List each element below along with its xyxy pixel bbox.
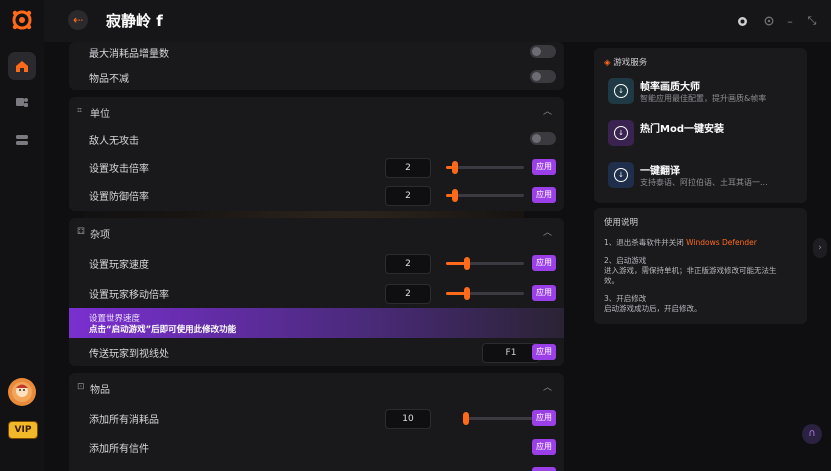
storage-icon[interactable] bbox=[8, 126, 36, 154]
section-items: ⊡ 物品 ︿ 添加所有消耗品 10 应用 添加所有信件 应用 bbox=[69, 373, 564, 471]
misc-icon: ⚃ bbox=[77, 227, 85, 237]
section-misc: ⚃ 杂项 ︿ 设置玩家速度 2 应用 设置玩家移动倍率 2 应用 传送玩家到视线… bbox=[69, 218, 564, 366]
download-icon: ↓ bbox=[608, 120, 634, 146]
value-input[interactable]: 2 bbox=[385, 284, 431, 304]
service-item[interactable]: ↓ 热门Mod一键安装 bbox=[608, 120, 798, 154]
expand-panel-button[interactable]: › bbox=[813, 238, 827, 258]
slider[interactable] bbox=[446, 189, 524, 202]
list-item: 设置玩家速度 2 应用 bbox=[69, 249, 564, 277]
game-services-card: ◈ 游戏服务 ↓ 帧率画质大师 智能应用最佳配置，提升画质&帧率 ↓ 热门Mod… bbox=[594, 48, 807, 203]
apply-button[interactable]: 应用 bbox=[532, 439, 556, 455]
value-input[interactable]: 10 bbox=[385, 409, 431, 429]
slider[interactable] bbox=[446, 161, 524, 174]
back-arrow-icon: ⇠ bbox=[72, 13, 84, 27]
chevron-up-icon[interactable]: ︿ bbox=[543, 380, 552, 393]
unit-icon: ⌗ bbox=[77, 106, 83, 116]
slider[interactable] bbox=[446, 287, 524, 300]
services-header: 游戏服务 bbox=[613, 58, 648, 68]
launch-tip-banner: 设置世界速度 点击“启动游戏”后即可使用此修改功能 bbox=[69, 308, 564, 338]
sidebar: VIP bbox=[0, 0, 45, 471]
list-item bbox=[69, 461, 564, 471]
apply-button[interactable]: 应用 bbox=[532, 344, 556, 360]
items-icon: ⊡ bbox=[77, 382, 85, 392]
maximize-icon[interactable]: ⤡ bbox=[804, 13, 820, 29]
games-icon[interactable] bbox=[8, 88, 36, 116]
value-input[interactable]: 2 bbox=[385, 186, 431, 206]
instructions-card: 使用说明 1、退出杀毒软件并关闭 Windows Defender 2、启动游戏… bbox=[594, 208, 807, 324]
value-input[interactable]: 2 bbox=[385, 254, 431, 274]
value-input[interactable]: 2 bbox=[385, 158, 431, 178]
services-icon: ◈ bbox=[604, 58, 611, 68]
toggle-switch[interactable] bbox=[530, 132, 556, 145]
instructions-header: 使用说明 bbox=[604, 218, 639, 228]
headset-support-icon[interactable]: ∩ bbox=[802, 424, 822, 444]
list-item: 添加所有信件 应用 bbox=[69, 433, 564, 461]
list-item: 物品不减 bbox=[69, 63, 564, 91]
apply-button[interactable]: 应用 bbox=[532, 187, 556, 203]
list-item: 设置防御倍率 2 应用 bbox=[69, 181, 564, 209]
title-bar: ⇠ 寂静岭 f – ⤡ bbox=[44, 0, 831, 42]
minimize-icon[interactable]: – bbox=[782, 13, 798, 29]
chevron-right-icon: › bbox=[818, 243, 822, 253]
list-item: 传送玩家到视线处 F1 应用 bbox=[69, 338, 564, 366]
chevron-up-icon[interactable]: ︿ bbox=[543, 104, 552, 117]
app-logo-icon bbox=[8, 6, 36, 34]
home-icon[interactable] bbox=[8, 52, 36, 80]
page-title: 寂静岭 f bbox=[106, 12, 163, 30]
list-item: 设置攻击倍率 2 应用 bbox=[69, 153, 564, 181]
apply-button[interactable]: 应用 bbox=[532, 285, 556, 301]
download-icon: ↓ bbox=[608, 162, 634, 188]
section-header[interactable]: ⚃ 杂项 ︿ bbox=[69, 218, 564, 246]
apply-button[interactable]: 应用 bbox=[532, 159, 556, 175]
windows-defender-link[interactable]: Windows Defender bbox=[686, 238, 757, 247]
refresh-icon[interactable] bbox=[761, 13, 777, 29]
section-header[interactable]: ⌗ 单位 ︿ bbox=[69, 97, 564, 125]
toggle-switch[interactable] bbox=[530, 45, 556, 58]
back-button[interactable]: ⇠ bbox=[68, 10, 88, 30]
slider[interactable] bbox=[446, 257, 524, 270]
apply-button[interactable]: 应用 bbox=[532, 410, 556, 426]
service-item[interactable]: ↓ 帧率画质大师 智能应用最佳配置，提升画质&帧率 bbox=[608, 78, 798, 112]
list-item: 添加所有消耗品 10 应用 bbox=[69, 404, 564, 432]
vip-badge[interactable]: VIP bbox=[8, 421, 38, 439]
main-content: 最大消耗品增量数 物品不减 ⌗ 单位 ︿ 敌人无攻击 设置攻击倍率 2 应用 设… bbox=[44, 42, 831, 471]
service-item[interactable]: ↓ 一键翻译 支持泰语、阿拉伯语、土耳其语一... bbox=[608, 162, 798, 196]
chevron-up-icon[interactable]: ︿ bbox=[543, 225, 552, 238]
toggle-switch[interactable] bbox=[530, 70, 556, 83]
section-header[interactable]: ⊡ 物品 ︿ bbox=[69, 373, 564, 401]
section-unit: ⌗ 单位 ︿ 敌人无攻击 设置攻击倍率 2 应用 设置防御倍率 2 应用 bbox=[69, 97, 564, 211]
download-icon: ↓ bbox=[608, 78, 634, 104]
avatar[interactable] bbox=[8, 378, 36, 406]
panel-resources: 最大消耗品增量数 物品不减 bbox=[69, 42, 564, 90]
list-item: 敌人无攻击 bbox=[69, 125, 564, 153]
apply-button[interactable]: 应用 bbox=[532, 255, 556, 271]
settings-icon[interactable] bbox=[734, 13, 750, 29]
list-item: 设置玩家移动倍率 2 应用 bbox=[69, 279, 564, 307]
apply-button[interactable] bbox=[532, 467, 556, 471]
